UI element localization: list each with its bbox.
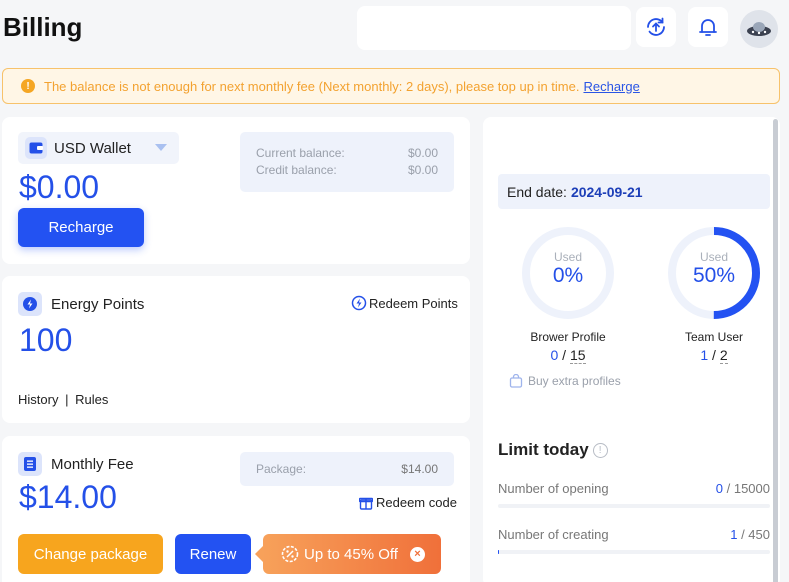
panel-scrollbar[interactable] [773,119,778,582]
history-link[interactable]: History [18,392,58,407]
chevron-down-icon [155,144,167,151]
current-balance-value: $0.00 [407,146,438,160]
limit-today-label: Limit today [498,440,589,459]
profile-used-percent: 0% [552,264,584,287]
end-date-value: 2024-09-21 [570,183,643,200]
limit-opening-used: 0 [715,481,723,496]
package-value: $14.00 [401,462,438,476]
upload-button[interactable] [636,7,676,47]
energy-points-card: Energy Points Redeem Points 100 History … [2,276,470,423]
gift-box-icon [359,497,373,510]
limit-creating-label: Number of creating [498,527,609,542]
recharge-link[interactable]: Recharge [583,79,639,94]
upload-sync-icon [647,17,665,36]
wallet-selector[interactable]: USD Wallet [18,132,179,164]
monthly-fee-card: Monthly Fee Package: $14.00 $14.00 Redee… [2,436,470,582]
limit-row-creating: Number of creating 1 / 450 [498,527,770,542]
wallet-selector-label: USD Wallet [54,139,131,157]
wallet-card: USD Wallet $0.00 Current balance: $0.00 … [2,117,470,264]
end-date-label: End date: [507,183,567,200]
subscription-panel: End date: 2024-09-21 Used 0% Used 50% Br… [483,117,780,582]
monthly-fee-header: Monthly Fee [18,452,134,476]
link-separator: | [65,392,69,407]
profile-total-count: 15 [569,347,586,364]
rules-link[interactable]: Rules [75,392,108,407]
profile-used-label: Used [553,250,582,264]
recharge-button[interactable]: Recharge [18,208,144,247]
search-input[interactable] [357,6,631,50]
monthly-fee-label: Monthly Fee [51,455,134,473]
wallet-amount: $0.00 [19,169,100,205]
energy-points-value: 100 [19,322,73,358]
limit-opening-label: Number of opening [498,481,609,496]
limit-opening-total: 15000 [733,481,770,496]
limit-row-opening: Number of opening 0 / 15000 [498,481,770,496]
warning-message: The balance is not enough for next month… [44,78,580,94]
monthly-fee-amount: $14.00 [19,479,117,515]
profile-count-separator: / [562,347,567,363]
discount-promo-badge[interactable]: Up to 45% Off × [255,534,441,574]
info-icon[interactable]: ! [592,442,608,458]
document-icon [24,457,36,471]
energy-points-label: Energy Points [51,295,145,313]
limit-creating-bar [498,550,770,554]
current-balance-label: Current balance: [256,146,345,160]
warning-icon: ! [21,79,35,93]
package-info: Package: $14.00 [240,452,454,486]
redeem-points-link[interactable]: Redeem Points [351,295,458,311]
limit-creating-bar-fill [498,550,499,554]
limit-creating-separator: / [737,527,749,542]
wallet-balance-info: Current balance: $0.00 Credit balance: $… [240,132,454,192]
team-used-label: Used [699,250,728,264]
limit-opening-bar [498,504,770,508]
end-date-box: End date: 2024-09-21 [498,174,770,209]
ufo-avatar-icon [747,22,771,36]
redeem-code-label: Redeem code [376,495,457,510]
credit-balance-label: Credit balance: [256,163,337,177]
limit-opening-separator: / [723,481,734,496]
lightning-icon [23,297,37,311]
avatar[interactable] [740,10,778,48]
wallet-icon [29,142,43,154]
package-label: Package: [256,462,307,476]
team-count-separator: / [712,347,716,363]
monthly-icon-box [18,452,42,476]
redeem-code-link[interactable]: Redeem code [359,495,457,510]
limit-creating-total: 450 [748,527,770,542]
energy-points-header: Energy Points [18,292,144,316]
redeem-points-label: Redeem Points [369,295,458,311]
energy-icon-box [18,292,42,316]
change-package-button[interactable]: Change package [18,534,163,574]
close-icon[interactable]: × [409,546,425,562]
notification-button[interactable] [688,7,728,47]
wallet-icon-box [25,137,47,159]
page-title: Billing [3,12,83,42]
team-used-percent: 50% [692,264,736,287]
shopping-bag-icon [509,374,523,388]
team-count: 1 / 2 [674,347,754,364]
profile-stat-label: Brower Profile [530,330,606,344]
credit-balance-value: $0.00 [407,163,438,177]
lightning-circle-icon [351,295,367,311]
promo-text: Up to 45% Off [304,545,398,563]
buy-extra-profiles-label: Buy extra profiles [528,374,621,388]
profile-count: 0 / 15 [528,347,608,364]
team-used-count: 1 [700,347,709,363]
balance-warning-banner: ! The balance is not enough for next mon… [2,68,780,104]
team-total-count: 2 [719,347,728,364]
team-stat-label: Team User [684,330,743,344]
limit-today-title: Limit today ! [498,440,608,460]
renew-button[interactable]: Renew [175,534,251,574]
profile-used-count: 0 [550,347,559,363]
discount-badge-icon [281,545,299,563]
bell-icon [699,19,717,36]
buy-extra-profiles-link[interactable]: Buy extra profiles [509,374,621,388]
